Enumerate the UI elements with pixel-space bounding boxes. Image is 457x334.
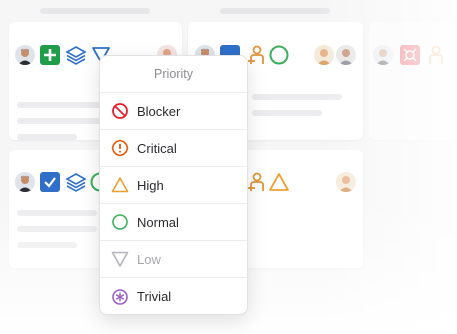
column-header (220, 8, 330, 14)
assign-user-icon[interactable] (245, 171, 267, 193)
dropdown-title: Priority (100, 56, 247, 93)
card-text-line (17, 118, 107, 124)
critical-icon (111, 139, 129, 157)
priority-option-trivial[interactable]: Trivial (100, 278, 247, 314)
priority-option-label: Low (137, 251, 161, 267)
assignee-avatar[interactable] (336, 45, 356, 65)
priority-dropdown[interactable]: Priority Blocker Critical High Normal Lo… (99, 55, 248, 315)
add-task-icon[interactable] (40, 45, 60, 65)
card-text-line (17, 210, 97, 216)
assignee-avatar[interactable] (336, 172, 356, 192)
priority-option-critical[interactable]: Critical (100, 130, 247, 167)
assign-user-icon[interactable] (245, 44, 267, 66)
priority-option-blocker[interactable]: Blocker (100, 93, 247, 130)
card-text-line (17, 134, 77, 140)
assign-user-icon[interactable] (424, 44, 446, 66)
low-icon (111, 250, 129, 268)
priority-option-label: Blocker (137, 103, 181, 119)
assignee-avatar[interactable] (15, 172, 35, 192)
assignee-avatar[interactable] (15, 45, 35, 65)
normal-priority-icon[interactable] (268, 44, 290, 66)
priority-option-label: Normal (137, 214, 179, 230)
bug-icon[interactable] (400, 45, 420, 65)
layers-icon[interactable] (65, 171, 87, 193)
task-card[interactable] (369, 22, 457, 140)
priority-option-label: Trivial (137, 289, 172, 304)
priority-option-normal[interactable]: Normal (100, 204, 247, 241)
card-text-line (252, 110, 322, 116)
blocker-icon (111, 102, 129, 120)
high-icon (111, 176, 129, 194)
normal-icon (111, 213, 129, 231)
card-text-line (17, 242, 77, 248)
priority-option-label: High (137, 177, 164, 193)
assignee-avatar[interactable] (314, 45, 334, 65)
trivial-icon (111, 288, 129, 306)
checkbox-task-icon[interactable] (40, 172, 60, 192)
assignee-avatar[interactable] (373, 45, 393, 65)
priority-option-label: Critical (137, 140, 177, 156)
layers-icon[interactable] (65, 44, 87, 66)
card-text-line (17, 226, 97, 232)
card-text-line (252, 94, 342, 100)
column-header (40, 8, 150, 14)
high-priority-icon[interactable] (268, 171, 290, 193)
priority-option-high[interactable]: High (100, 167, 247, 204)
priority-option-low[interactable]: Low (100, 241, 247, 278)
